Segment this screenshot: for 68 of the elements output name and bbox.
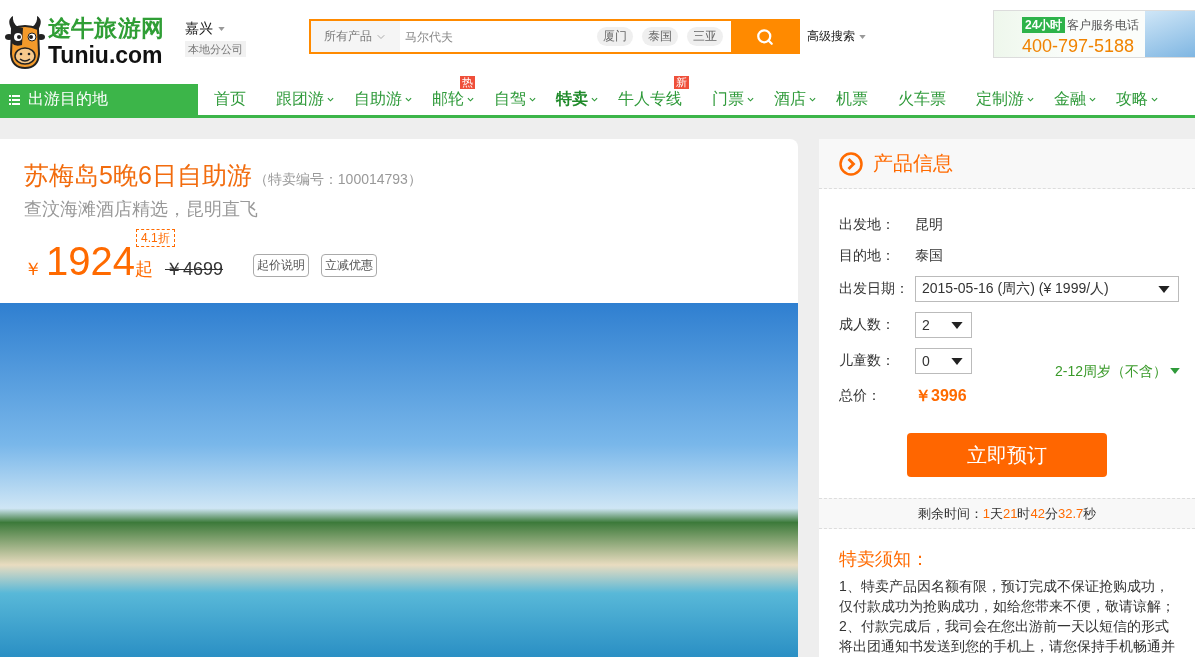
price-info-button[interactable]: 起价说明 (253, 254, 310, 277)
price-info-button[interactable]: 立减优惠 (321, 254, 378, 277)
price-currency: ￥ (24, 258, 42, 281)
hot-search-tag[interactable]: 泰国 (642, 27, 678, 46)
date-select[interactable]: 2015-05-16 (周六) (¥ 1999/人) (915, 276, 1179, 302)
caret-icon (1158, 285, 1170, 293)
photo-placeholder (1145, 11, 1195, 57)
list-icon (9, 94, 20, 105)
notice-paragraph: 2、付款完成后，我司会在您出游前一天以短信的形式将出团通知书发送到您的手机上，请您保持手机畅通并 (839, 617, 1176, 656)
caret-icon (218, 27, 225, 31)
field-label: 目的地： (839, 246, 896, 265)
logo-domain: Tuniu.com (48, 42, 164, 68)
field-label: 总价： (839, 387, 882, 405)
search-bar[interactable]: 所有产品 马尔代夫 厦门 泰国 三亚 (309, 19, 800, 54)
panel-title: 产品信息 (873, 151, 953, 176)
product-subtitle: 查汶海滩酒店精选，昆明直飞 (24, 198, 259, 221)
destinations-menu-button[interactable]: 出游目的地 (0, 84, 198, 115)
nav-link[interactable]: 首页 (204, 83, 266, 115)
cow-logo-icon (5, 14, 45, 69)
field-label: 儿童数： (839, 352, 896, 370)
nav-badge: 热 (460, 76, 475, 89)
notice-paragraph: 1、特卖产品因名额有限，预订完成不保证抢购成功，仅付款成功为抢购成功，如给您带来不便，敬请谅解； (839, 577, 1176, 616)
count-select[interactable]: 0 (915, 348, 972, 374)
original-price: ￥4699 (165, 258, 224, 281)
nav-link[interactable]: 自驾 (484, 83, 546, 115)
advanced-search-link[interactable]: 高级搜索 (807, 28, 866, 45)
caret-icon (951, 357, 963, 365)
product-code: （特卖编号：100014793） (253, 171, 422, 189)
nav-link[interactable]: 火车票 (888, 83, 966, 115)
nav-link[interactable]: 机票 (826, 83, 888, 115)
city-selector[interactable]: 嘉兴 (185, 20, 225, 38)
search-icon (755, 27, 774, 46)
hot-search-tag[interactable]: 厦门 (597, 27, 633, 46)
field-label: 成人数： (839, 316, 896, 334)
nav-badge: 新 (674, 76, 689, 89)
hotline-label: 客户服务电话 (1067, 17, 1140, 33)
age-range-link[interactable]: 2-12周岁（不含） (1054, 363, 1180, 379)
caret-icon (859, 34, 866, 39)
caret-icon (951, 321, 963, 329)
nav-link[interactable]: 攻略 (1106, 83, 1168, 115)
discount-badge: 4.1折 (136, 229, 175, 247)
nav-link[interactable]: 跟团游 (266, 83, 344, 115)
product-title: 苏梅岛5晚6日自助游 (24, 160, 252, 190)
nav-link[interactable]: 金融 (1044, 83, 1106, 115)
nav-link[interactable]: 特卖 (546, 83, 608, 115)
nav-link[interactable]: 自助游 (344, 83, 422, 115)
book-now-button[interactable]: 立即预订 (907, 433, 1107, 477)
branch-badge: 本地分公司 (185, 41, 246, 57)
total-price: ￥3996 (915, 385, 967, 406)
nav-link[interactable]: 酒店 (764, 83, 826, 115)
notice-title: 特卖须知： (839, 548, 930, 571)
hotline-badge: 24小时 (1022, 17, 1066, 33)
category-dropdown[interactable]: 所有产品 (311, 21, 400, 52)
field-value: 泰国 (915, 246, 943, 265)
count-select[interactable]: 2 (915, 312, 972, 338)
field-label: 出发日期： (839, 280, 910, 298)
price-suffix: 起 (135, 259, 153, 281)
price-amount: 1924 (46, 241, 135, 281)
caret-icon (1170, 368, 1180, 374)
nav-link[interactable]: 门票 (702, 83, 764, 115)
search-button[interactable] (731, 21, 798, 52)
field-label: 出发地： (839, 215, 896, 234)
countdown-text: 剩余时间：1天21时42分32.7秒 (917, 504, 1097, 523)
logo-title: 途牛旅游网 (48, 15, 164, 42)
nav-link[interactable]: 定制游 (966, 83, 1044, 115)
hotline-number: 400-797-5188 (1022, 35, 1136, 57)
field-value: 昆明 (915, 215, 943, 234)
hot-search-tag[interactable]: 三亚 (687, 27, 723, 46)
